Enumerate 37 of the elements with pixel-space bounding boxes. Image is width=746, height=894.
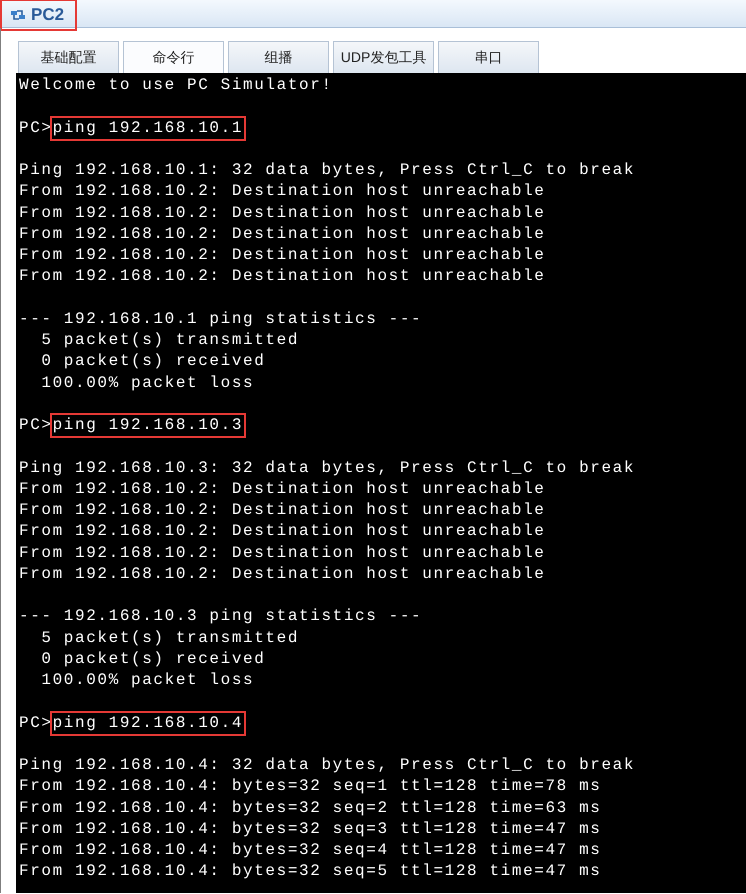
tab[interactable]: 基础配置	[18, 41, 119, 73]
tab[interactable]: UDP发包工具	[333, 41, 434, 73]
terminal-line: From 192.168.10.2: Destination host unreachable	[19, 500, 546, 521]
command-text: ping 192.168.10.3	[50, 413, 246, 438]
terminal-line: --- 192.168.10.3 ping statistics ---	[19, 606, 422, 628]
tab[interactable]: 命令行	[123, 41, 224, 73]
terminal-line: 0 packet(s) received	[40, 648, 266, 670]
terminal-line: 5 packet(s) transmitted	[40, 330, 300, 351]
terminal-line: --- 192.168.10.1 ping statistics ---	[19, 308, 422, 330]
terminal-line: Ping 192.168.10.4: 32 data bytes, Press Ctrl_C to break	[19, 755, 636, 776]
terminal-line: From 192.168.10.2: Destination host unreachable	[19, 202, 546, 224]
command-text: ping 192.168.10.4	[50, 710, 246, 736]
terminal-line: Ping 192.168.10.1: 32 data bytes, Press Ctrl_C to break	[19, 160, 636, 181]
terminal-line: From 192.168.10.4: bytes=32 seq=5 ttl=128 time=47 ms	[19, 861, 602, 882]
terminal-line: From 192.168.10.2: Destination host unreachable	[19, 245, 546, 266]
terminal-line: From 192.168.10.2: Destination host unreachable	[19, 181, 546, 202]
command-text: ping 192.168.10.1	[50, 116, 246, 141]
terminal-line: 0 packet(s) received	[40, 351, 266, 372]
terminal-line: 100.00% packet loss	[40, 670, 254, 691]
terminal-line: From 192.168.10.4: bytes=32 seq=1 ttl=128 time=78 ms	[19, 776, 602, 798]
terminal-line: From 192.168.10.2: Destination host unreachable	[19, 521, 546, 542]
network-icon	[9, 7, 27, 23]
tab[interactable]: 组播	[228, 41, 329, 73]
terminal-line: From 192.168.10.2: Destination host unreachable	[19, 266, 546, 288]
terminal-line: From 192.168.10.4: bytes=32 seq=2 ttl=128 time=63 ms	[19, 798, 602, 818]
terminal-line: 100.00% packet loss	[40, 372, 254, 394]
terminal-line: Ping 192.168.10.3: 32 data bytes, Press Ctrl_C to break	[19, 458, 636, 478]
terminal-line: From 192.168.10.2: Destination host unreachable	[19, 542, 546, 564]
terminal-line: From 192.168.10.2: Destination host unreachable	[19, 564, 546, 585]
terminal-line: From 192.168.10.2: Destination host unreachable	[19, 478, 546, 500]
terminal-line: From 192.168.10.4: bytes=32 seq=3 ttl=128 time=47 ms	[19, 818, 602, 840]
terminal-line: From 192.168.10.4: bytes=32 seq=4 ttl=128 time=47 ms	[19, 840, 602, 861]
terminal-line: 5 packet(s) transmitted	[40, 628, 300, 648]
window-title: PC2	[0, 0, 77, 31]
tab[interactable]: 串口	[438, 41, 539, 73]
terminal-line: Welcome to use PC Simulator!	[19, 75, 333, 96]
terminal-line: From 192.168.10.2: Destination host unreachable	[19, 224, 546, 245]
